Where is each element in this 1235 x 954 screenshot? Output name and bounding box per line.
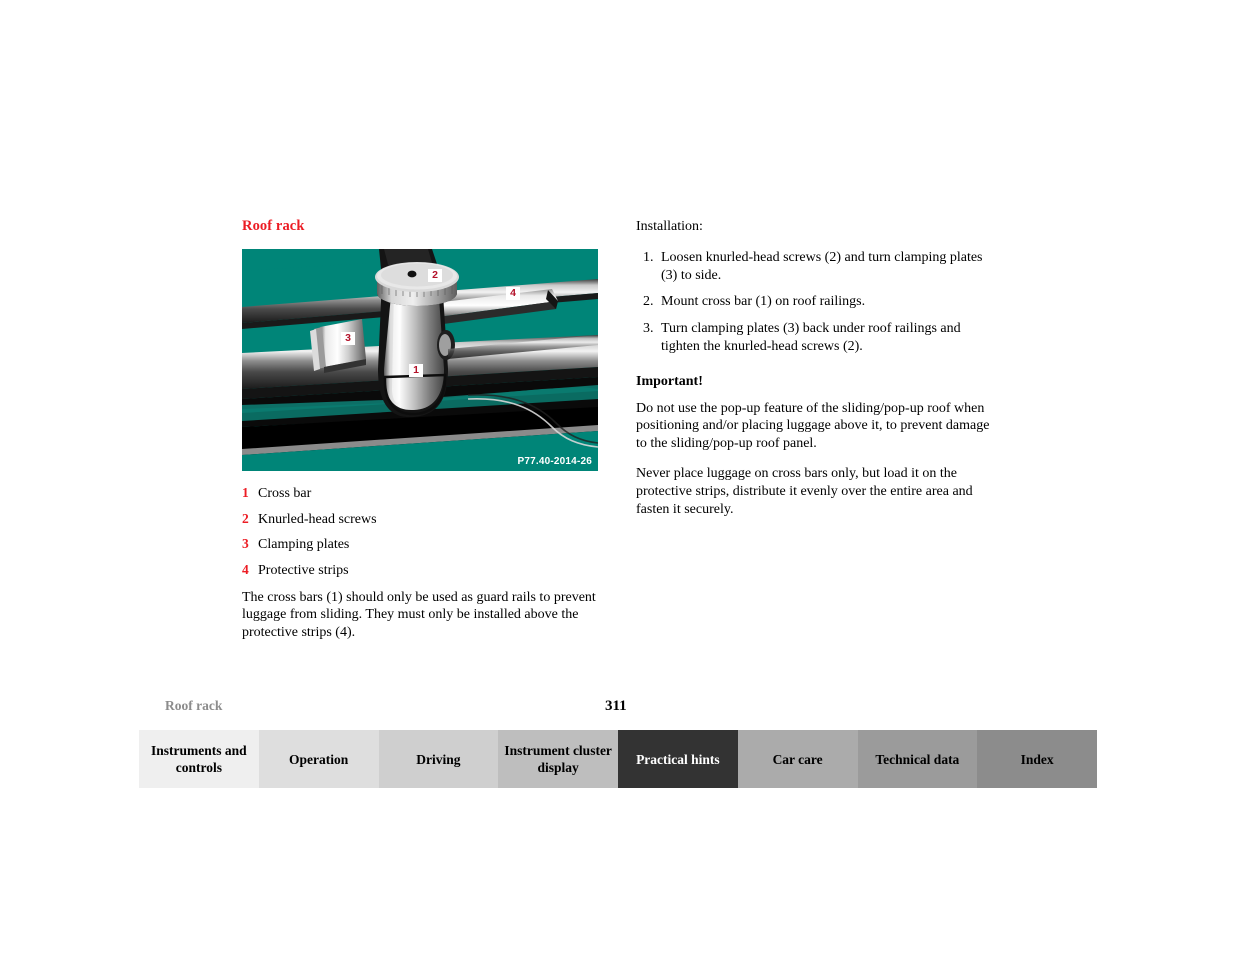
page-number: 311 [605,698,627,714]
step-number: 2. [643,294,654,310]
step-number: 1. [643,249,654,265]
roof-rack-figure-svg [242,249,598,471]
step-text: Turn clamping plates (3) back under roof… [661,321,961,354]
warning-paragraph-2: Never place luggage on cross bars only, … [636,465,973,517]
callout-4-protective-strips: 4 [506,287,520,300]
legend-item: 1 Cross bar [242,485,598,502]
legend-number: 4 [242,561,249,577]
knurled-head-screw-graphic [375,262,459,306]
warning-paragraph-1: Do not use the pop-up feature of the sli… [636,400,990,452]
page-title: Roof rack [242,218,305,234]
page-footer: Roof rack 311 [165,698,1075,718]
callout-2-knurled-head-screws: 2 [428,269,442,282]
installation-step: 3. Turn clamping plates (3) back under r… [636,320,996,356]
tab-driving[interactable]: Driving [378,730,499,788]
tab-instruments-and-controls[interactable]: Instruments and controls [139,730,259,788]
legend-label: Clamping plates [258,537,350,552]
footer-topic-label: Roof rack [165,698,223,713]
roof-rack-illustration: 2 4 3 1 P77.40-2014-26 [242,249,598,471]
legend-number: 3 [242,536,249,551]
step-number: 3. [643,321,654,337]
step-text: Loosen knurled-head screws (2) and turn … [661,249,983,283]
tab-technical-data[interactable]: Technical data [857,730,978,788]
installation-intro: Installation: [636,219,703,234]
legend-label: Knurled-head screws [258,511,377,527]
legend-item: 2 Knurled-head screws [242,511,598,528]
callout-1-cross-bar: 1 [409,364,423,377]
tab-car-care[interactable]: Car care [737,730,858,788]
legend-label: Protective strips [258,562,349,578]
tab-practical-hints[interactable]: Practical hints [618,730,738,788]
figure-legend: 1 Cross bar 2 Knurled-head screws 3 Clam… [242,485,598,579]
cross-bar-note: The cross bars (1) should only be used a… [242,589,596,641]
figure-reference-code: P77.40-2014-26 [517,456,592,467]
legend-item: 3 Clamping plates [242,536,598,553]
chapter-tab-bar: Instruments and controls Operation Drivi… [139,730,1097,788]
callout-3-clamping-plates: 3 [341,332,355,345]
step-text: Mount cross bar (1) on roof railings. [661,294,866,310]
tab-operation[interactable]: Operation [258,730,379,788]
manual-page: Roof rack 2 4 3 1 P77.40-2014-26 1 Cross… [0,0,1235,954]
left-column: Roof rack 2 4 3 1 P77.40-2014-26 1 Cross… [242,218,598,642]
legend-label: Cross bar [258,486,312,501]
legend-number: 2 [242,510,249,526]
legend-number: 1 [242,485,249,500]
important-heading: Important! [636,373,703,389]
tab-index[interactable]: Index [977,730,1097,788]
legend-item: 4 Protective strips [242,562,598,579]
installation-step: 2. Mount cross bar (1) on roof railings. [636,293,996,311]
installation-step: 1. Loosen knurled-head screws (2) and tu… [636,249,996,285]
installation-steps: 1. Loosen knurled-head screws (2) and tu… [636,249,996,356]
right-column: Installation: 1. Loosen knurled-head scr… [636,218,996,530]
tab-instrument-cluster-display[interactable]: Instrument cluster display [498,730,618,788]
